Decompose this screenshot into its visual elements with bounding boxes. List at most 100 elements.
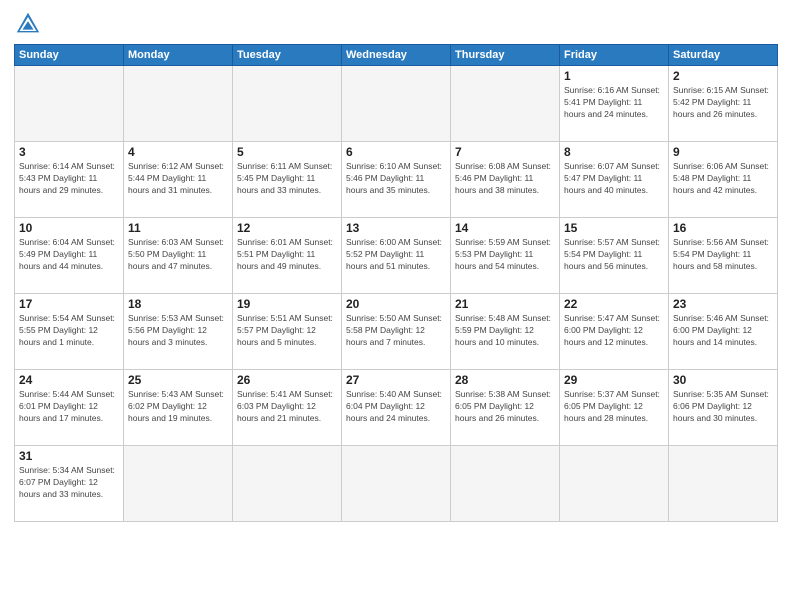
calendar-header: SundayMondayTuesdayWednesdayThursdayFrid… xyxy=(15,45,778,66)
day-info: Sunrise: 5:47 AM Sunset: 6:00 PM Dayligh… xyxy=(564,313,664,349)
calendar-cell: 5Sunrise: 6:11 AM Sunset: 5:45 PM Daylig… xyxy=(233,142,342,218)
calendar-cell: 14 Sunrise: 5:59 AM Sunset: 5:53 PM Dayli… xyxy=(451,218,560,294)
day-number: 26 xyxy=(237,373,337,387)
calendar-cell xyxy=(342,446,451,522)
day-number: 11 xyxy=(128,221,228,235)
day-info: Sunrise: 6:06 AM Sunset: 5:48 PM Dayligh… xyxy=(673,161,773,197)
calendar-cell xyxy=(124,66,233,142)
calendar-cell: 13 Sunrise: 6:00 AM Sunset: 5:52 PM Dayli… xyxy=(342,218,451,294)
day-info: Sunrise: 6:07 AM Sunset: 5:47 PM Dayligh… xyxy=(564,161,664,197)
calendar-cell: 31Sunrise: 5:34 AM Sunset: 6:07 PM Dayli… xyxy=(15,446,124,522)
calendar-cell: 3Sunrise: 6:14 AM Sunset: 5:43 PM Daylig… xyxy=(15,142,124,218)
day-number: 30 xyxy=(673,373,773,387)
calendar-cell xyxy=(342,66,451,142)
week-row: 3Sunrise: 6:14 AM Sunset: 5:43 PM Daylig… xyxy=(15,142,778,218)
day-info: Sunrise: 5:54 AM Sunset: 5:55 PM Dayligh… xyxy=(19,313,119,349)
day-info: Sunrise: 5:48 AM Sunset: 5:59 PM Dayligh… xyxy=(455,313,555,349)
day-info: Sunrise: 5:50 AM Sunset: 5:58 PM Dayligh… xyxy=(346,313,446,349)
day-number: 18 xyxy=(128,297,228,311)
day-number: 29 xyxy=(564,373,664,387)
day-number: 5 xyxy=(237,145,337,159)
calendar-cell xyxy=(15,66,124,142)
calendar-cell: 28 Sunrise: 5:38 AM Sunset: 6:05 PM Dayli… xyxy=(451,370,560,446)
calendar-cell: 18 Sunrise: 5:53 AM Sunset: 5:56 PM Dayli… xyxy=(124,294,233,370)
calendar-cell: 6Sunrise: 6:10 AM Sunset: 5:46 PM Daylig… xyxy=(342,142,451,218)
calendar-cell xyxy=(560,446,669,522)
day-number: 24 xyxy=(19,373,119,387)
day-info: Sunrise: 6:16 AM Sunset: 5:41 PM Dayligh… xyxy=(564,85,664,121)
day-number: 7 xyxy=(455,145,555,159)
day-number: 20 xyxy=(346,297,446,311)
day-info: Sunrise: 5:44 AM Sunset: 6:01 PM Dayligh… xyxy=(19,389,119,425)
calendar-body: 1Sunrise: 6:16 AM Sunset: 5:41 PM Daylig… xyxy=(15,66,778,522)
calendar-cell: 1Sunrise: 6:16 AM Sunset: 5:41 PM Daylig… xyxy=(560,66,669,142)
day-header-thursday: Thursday xyxy=(451,45,560,66)
calendar-cell xyxy=(669,446,778,522)
day-header-tuesday: Tuesday xyxy=(233,45,342,66)
day-info: Sunrise: 6:08 AM Sunset: 5:46 PM Dayligh… xyxy=(455,161,555,197)
day-number: 21 xyxy=(455,297,555,311)
calendar-cell: 23Sunrise: 5:46 AM Sunset: 6:00 PM Dayli… xyxy=(669,294,778,370)
day-number: 10 xyxy=(19,221,119,235)
calendar-cell: 17 Sunrise: 5:54 AM Sunset: 5:55 PM Dayli… xyxy=(15,294,124,370)
day-info: Sunrise: 6:15 AM Sunset: 5:42 PM Dayligh… xyxy=(673,85,773,121)
day-header-monday: Monday xyxy=(124,45,233,66)
calendar-cell xyxy=(233,446,342,522)
calendar-cell: 20 Sunrise: 5:50 AM Sunset: 5:58 PM Dayli… xyxy=(342,294,451,370)
day-info: Sunrise: 6:01 AM Sunset: 5:51 PM Dayligh… xyxy=(237,237,337,273)
calendar-cell: 29 Sunrise: 5:37 AM Sunset: 6:05 PM Dayli… xyxy=(560,370,669,446)
day-number: 14 xyxy=(455,221,555,235)
logo-icon xyxy=(14,10,42,38)
day-info: Sunrise: 5:40 AM Sunset: 6:04 PM Dayligh… xyxy=(346,389,446,425)
day-number: 31 xyxy=(19,449,119,463)
calendar-cell xyxy=(124,446,233,522)
day-info: Sunrise: 5:46 AM Sunset: 6:00 PM Dayligh… xyxy=(673,313,773,349)
week-row: 31Sunrise: 5:34 AM Sunset: 6:07 PM Dayli… xyxy=(15,446,778,522)
calendar-cell: 10 Sunrise: 6:04 AM Sunset: 5:49 PM Dayli… xyxy=(15,218,124,294)
day-header-friday: Friday xyxy=(560,45,669,66)
day-number: 4 xyxy=(128,145,228,159)
day-info: Sunrise: 5:59 AM Sunset: 5:53 PM Dayligh… xyxy=(455,237,555,273)
day-header-wednesday: Wednesday xyxy=(342,45,451,66)
week-row: 17 Sunrise: 5:54 AM Sunset: 5:55 PM Dayli… xyxy=(15,294,778,370)
day-info: Sunrise: 6:03 AM Sunset: 5:50 PM Dayligh… xyxy=(128,237,228,273)
calendar-cell xyxy=(233,66,342,142)
day-info: Sunrise: 5:53 AM Sunset: 5:56 PM Dayligh… xyxy=(128,313,228,349)
day-number: 13 xyxy=(346,221,446,235)
header xyxy=(14,10,778,38)
day-info: Sunrise: 6:00 AM Sunset: 5:52 PM Dayligh… xyxy=(346,237,446,273)
day-number: 28 xyxy=(455,373,555,387)
day-number: 27 xyxy=(346,373,446,387)
day-number: 19 xyxy=(237,297,337,311)
calendar-cell: 24 Sunrise: 5:44 AM Sunset: 6:01 PM Dayli… xyxy=(15,370,124,446)
week-row: 10 Sunrise: 6:04 AM Sunset: 5:49 PM Dayli… xyxy=(15,218,778,294)
day-info: Sunrise: 5:56 AM Sunset: 5:54 PM Dayligh… xyxy=(673,237,773,273)
day-number: 2 xyxy=(673,69,773,83)
calendar-cell: 26Sunrise: 5:41 AM Sunset: 6:03 PM Dayli… xyxy=(233,370,342,446)
day-info: Sunrise: 5:57 AM Sunset: 5:54 PM Dayligh… xyxy=(564,237,664,273)
day-info: Sunrise: 5:37 AM Sunset: 6:05 PM Dayligh… xyxy=(564,389,664,425)
calendar-cell: 4 Sunrise: 6:12 AM Sunset: 5:44 PM Daylig… xyxy=(124,142,233,218)
day-info: Sunrise: 5:38 AM Sunset: 6:05 PM Dayligh… xyxy=(455,389,555,425)
day-number: 17 xyxy=(19,297,119,311)
day-info: Sunrise: 6:14 AM Sunset: 5:43 PM Dayligh… xyxy=(19,161,119,197)
day-number: 8 xyxy=(564,145,664,159)
calendar-cell: 25Sunrise: 5:43 AM Sunset: 6:02 PM Dayli… xyxy=(124,370,233,446)
calendar-cell xyxy=(451,446,560,522)
day-info: Sunrise: 5:43 AM Sunset: 6:02 PM Dayligh… xyxy=(128,389,228,425)
calendar-cell: 8 Sunrise: 6:07 AM Sunset: 5:47 PM Daylig… xyxy=(560,142,669,218)
day-number: 12 xyxy=(237,221,337,235)
calendar-table: SundayMondayTuesdayWednesdayThursdayFrid… xyxy=(14,44,778,522)
day-info: Sunrise: 6:04 AM Sunset: 5:49 PM Dayligh… xyxy=(19,237,119,273)
week-row: 24 Sunrise: 5:44 AM Sunset: 6:01 PM Dayli… xyxy=(15,370,778,446)
day-info: Sunrise: 5:35 AM Sunset: 6:06 PM Dayligh… xyxy=(673,389,773,425)
day-header-saturday: Saturday xyxy=(669,45,778,66)
calendar-cell: 16Sunrise: 5:56 AM Sunset: 5:54 PM Dayli… xyxy=(669,218,778,294)
day-number: 15 xyxy=(564,221,664,235)
week-row: 1Sunrise: 6:16 AM Sunset: 5:41 PM Daylig… xyxy=(15,66,778,142)
calendar-cell: 11 Sunrise: 6:03 AM Sunset: 5:50 PM Dayli… xyxy=(124,218,233,294)
logo xyxy=(14,10,46,38)
day-info: Sunrise: 6:10 AM Sunset: 5:46 PM Dayligh… xyxy=(346,161,446,197)
calendar-cell: 7 Sunrise: 6:08 AM Sunset: 5:46 PM Daylig… xyxy=(451,142,560,218)
day-info: Sunrise: 6:12 AM Sunset: 5:44 PM Dayligh… xyxy=(128,161,228,197)
